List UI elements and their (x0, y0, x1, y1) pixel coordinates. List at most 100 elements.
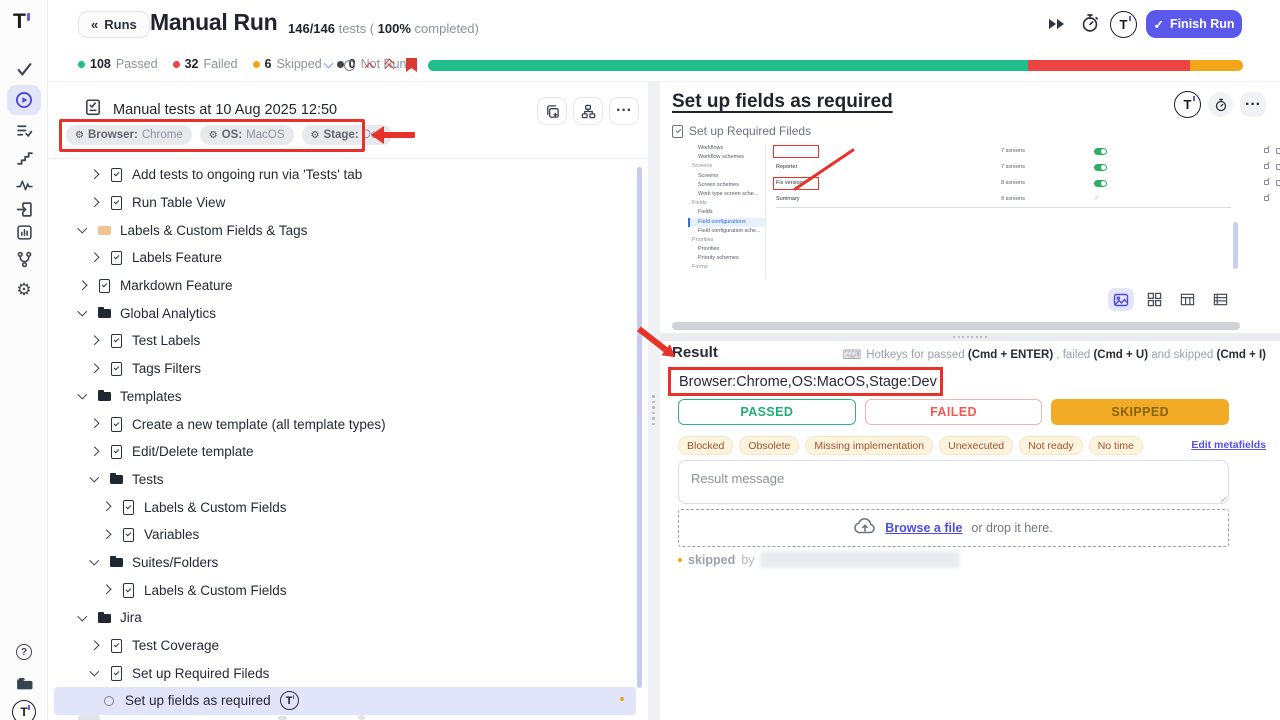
rail-runs-icon[interactable] (7, 85, 41, 115)
more-options-button[interactable]: ··· (1240, 92, 1266, 117)
chevron-icon[interactable] (76, 611, 90, 625)
tree-item[interactable]: Global Analytics (54, 299, 636, 327)
chevron-icon[interactable] (76, 279, 90, 293)
passed-button[interactable]: PASSED (678, 399, 856, 425)
rail-plans-icon[interactable] (7, 115, 41, 145)
failed-button[interactable]: FAILED (865, 399, 1043, 425)
rail-branch-icon[interactable] (7, 244, 41, 274)
rail-settings-icon[interactable]: ⚙ (7, 274, 41, 304)
rail-projects-icon[interactable] (7, 668, 41, 698)
tag-pill[interactable]: ⚙ Browser: Chrome (66, 125, 192, 145)
metafield-pill[interactable]: Blocked (678, 436, 733, 455)
chevrons-up-icon[interactable] (385, 59, 395, 71)
chevron-icon[interactable] (76, 389, 90, 403)
bottom-toolbar-partial (78, 714, 100, 720)
toggle-icon (1094, 164, 1107, 171)
tree-view-button[interactable] (573, 97, 603, 125)
panel-resizer[interactable] (648, 82, 660, 720)
metafield-pill[interactable]: Not ready (1019, 436, 1083, 455)
tree-item[interactable]: Tests (54, 466, 636, 494)
tree-item[interactable]: Labels & Custom Fields (54, 493, 636, 521)
timer-button[interactable] (1208, 92, 1233, 117)
tree-item[interactable]: Suites/Folders (54, 549, 636, 577)
tree-item-icon (121, 528, 136, 542)
bookmark-icon[interactable] (406, 58, 417, 72)
tree-item[interactable]: Jira (54, 604, 636, 632)
metafield-pill[interactable]: Obsolete (739, 436, 799, 455)
breadcrumb[interactable]: Set up Required Fileds (672, 124, 811, 138)
fast-forward-icon[interactable] (1048, 17, 1066, 36)
tree-item[interactable]: Templates (54, 383, 636, 411)
grid-view-icon[interactable] (1141, 288, 1167, 311)
timer-icon[interactable] (1080, 13, 1100, 38)
chevron-down-icon[interactable] (325, 61, 333, 69)
chevron-icon[interactable] (88, 196, 102, 210)
rail-avatar[interactable]: T (7, 697, 41, 720)
horizontal-scrollbar[interactable] (672, 322, 1240, 330)
tree-item[interactable]: Set up fields as required T (54, 687, 636, 715)
tree-item[interactable]: Labels & Custom Fields (54, 576, 636, 604)
tree-item[interactable]: Labels & Custom Fields & Tags (54, 216, 636, 244)
edit-icon (1264, 180, 1269, 185)
chevron-icon[interactable] (76, 306, 90, 320)
tree-item[interactable]: Set up Required Fileds (54, 659, 636, 687)
chevron-icon[interactable] (76, 223, 90, 237)
tree-scrollbar[interactable] (637, 167, 642, 688)
tree-item[interactable]: Markdown Feature (54, 272, 636, 300)
file-drop-area[interactable]: Browse a file or drop it here. (678, 509, 1229, 547)
chevron-icon[interactable] (88, 666, 102, 680)
attachment-screenshot[interactable]: Workflows Workflow schemes Screens Scree… (688, 144, 1231, 285)
tree-item[interactable]: Test Coverage (54, 632, 636, 660)
chevron-icon[interactable] (100, 528, 114, 542)
metafield-pill[interactable]: Missing implementation (805, 436, 933, 455)
metafield-pill[interactable]: Unexecuted (939, 436, 1013, 455)
tree-item[interactable]: Tags Filters (54, 355, 636, 383)
chevron-icon[interactable] (88, 472, 102, 486)
tree-item[interactable]: Edit/Delete template (54, 438, 636, 466)
chevron-icon[interactable] (88, 251, 102, 265)
chevron-up-icon[interactable] (366, 61, 374, 69)
rail-steps-icon[interactable] (7, 143, 41, 173)
app-logo[interactable]: T (13, 10, 26, 34)
image-view-icon[interactable] (1108, 288, 1134, 311)
back-to-runs-button[interactable]: « Runs (78, 11, 150, 38)
tree-item[interactable]: Variables (54, 521, 636, 549)
rail-tests-icon[interactable] (7, 54, 41, 84)
tree-item[interactable]: Add tests to ongoing run via 'Tests' tab (54, 161, 636, 189)
metafield-pill[interactable]: No time (1089, 436, 1143, 455)
tree-item[interactable]: Create a new template (all template type… (54, 410, 636, 438)
section-resizer[interactable] (660, 333, 1280, 341)
finish-run-button[interactable]: ✓ Finish Run (1146, 10, 1242, 38)
tree-item[interactable]: Test Labels (54, 327, 636, 355)
chevron-icon[interactable] (88, 555, 102, 569)
progress-passed-segment (428, 60, 1028, 71)
test-title[interactable]: Set up fields as required (672, 91, 893, 113)
chevron-icon[interactable] (88, 639, 102, 653)
circle-icon[interactable] (344, 60, 355, 71)
chevron-icon[interactable] (88, 445, 102, 459)
jira-sidebar-item: Priority schemes (688, 254, 765, 263)
browse-file-link[interactable]: Browse a file (885, 521, 962, 535)
chevron-icon[interactable] (88, 168, 102, 182)
chevron-icon[interactable] (88, 334, 102, 348)
skipped-button[interactable]: SKIPPED (1051, 399, 1229, 425)
status-dot (173, 61, 180, 68)
list-view-icon[interactable] (1207, 288, 1233, 311)
table-view-icon[interactable] (1174, 288, 1200, 311)
user-avatar[interactable]: T (1110, 11, 1137, 38)
chevron-icon[interactable] (88, 417, 102, 431)
tag-pill[interactable]: ⚙ OS: MacOS (200, 125, 294, 145)
rail-help-icon[interactable]: ? (7, 637, 41, 667)
chevron-icon[interactable] (100, 500, 114, 514)
chevron-icon[interactable] (88, 362, 102, 376)
tree-item[interactable]: Labels Feature (54, 244, 636, 272)
chevron-icon[interactable] (100, 583, 114, 597)
more-options-button[interactable]: ··· (609, 97, 639, 125)
rail-reports-icon[interactable] (7, 217, 41, 247)
copy-tests-button[interactable] (537, 97, 567, 125)
result-message-input[interactable] (678, 460, 1229, 504)
edit-metafields-link[interactable]: Edit metafields (1191, 439, 1266, 451)
tree-item-icon (97, 223, 112, 237)
tree-item[interactable]: Run Table View (54, 189, 636, 217)
attachment-scrollbar[interactable] (1233, 222, 1238, 269)
